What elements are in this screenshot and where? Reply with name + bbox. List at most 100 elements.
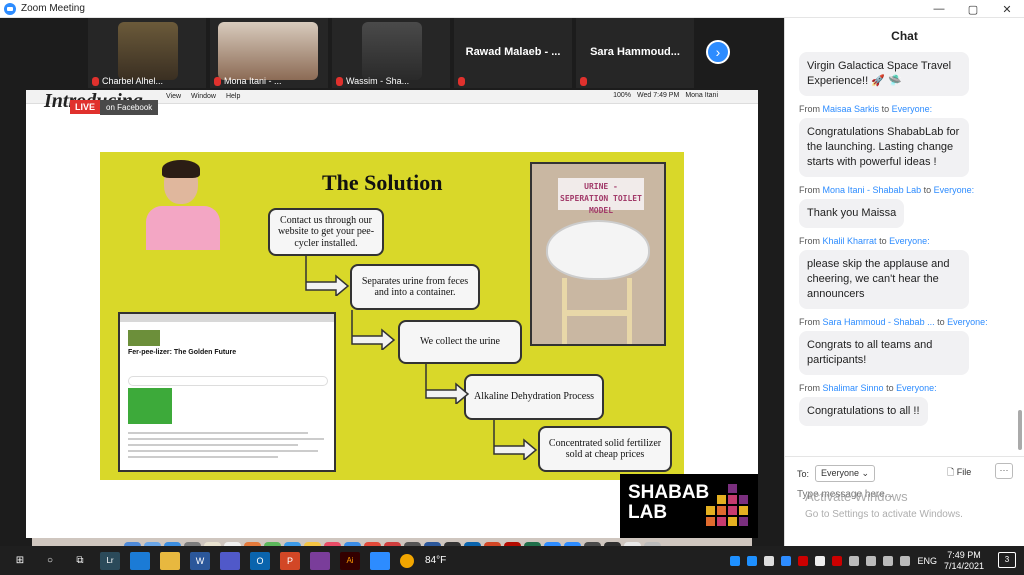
file-explorer-icon[interactable]: [160, 551, 180, 570]
participant-tile[interactable]: Sara Hammoud...: [576, 18, 694, 88]
muted-mic-icon: [580, 77, 587, 86]
participant-tile[interactable]: Wassim - Sha...: [332, 18, 450, 88]
presentation-slide: The Solution Contact us through our webs…: [100, 152, 684, 480]
menu-help: Help: [225, 93, 241, 100]
menu-window: Window: [191, 93, 216, 100]
recipient-select[interactable]: Everyone ⌄: [815, 465, 876, 482]
title-bar: Zoom Meeting — ▢ ✕: [0, 0, 1024, 18]
word-icon[interactable]: W: [190, 551, 210, 570]
step-box: Separates urine from feces and into a co…: [350, 264, 480, 310]
task-view-icon[interactable]: ⧉: [70, 552, 90, 570]
participant-video: [218, 22, 318, 80]
chat-scrollbar[interactable]: [1018, 410, 1022, 450]
app-tray-icon[interactable]: [832, 555, 843, 566]
message-text: Thank you Maissa: [799, 199, 905, 228]
weather-temp[interactable]: 84°F: [425, 555, 446, 566]
next-page-button[interactable]: ›: [706, 40, 730, 64]
zoom-icon[interactable]: [370, 551, 390, 570]
weather-icon: [400, 553, 414, 568]
edge-icon[interactable]: [130, 551, 150, 570]
app-tray-icon[interactable]: [798, 555, 809, 566]
live-badge[interactable]: LIVE on Facebook: [70, 99, 159, 115]
language-indicator[interactable]: ENG: [917, 556, 937, 566]
slide-title: The Solution: [322, 170, 443, 195]
chat-message: From Shalimar Sinno to Everyone: Congrat…: [799, 383, 1021, 426]
system-tray: ENG 7:49 PM 7/14/2021: [730, 546, 984, 575]
participant-name: Rawad Malaeb - ...: [465, 46, 561, 58]
onedrive-icon[interactable]: [747, 555, 758, 566]
live-platform: on Facebook: [100, 99, 159, 115]
wifi-icon[interactable]: [866, 555, 877, 566]
step-box: Alkaline Dehydration Process: [464, 374, 604, 420]
participant-tile[interactable]: Charbel Alhel...: [88, 18, 206, 88]
windows-start-icon[interactable]: ⊞: [10, 552, 30, 570]
zoom-tray-icon[interactable]: [781, 555, 792, 566]
video-area: Charbel Alhel... Mona Itani - ... Wassim…: [0, 18, 784, 562]
toilet-shelf: [562, 310, 632, 316]
message-text: Congrats to all teams and participants!: [799, 331, 969, 375]
powerpoint-icon[interactable]: P: [280, 551, 300, 570]
more-options-button[interactable]: ···: [995, 463, 1013, 479]
illustrator-icon[interactable]: Ai: [340, 551, 360, 570]
lightroom-icon[interactable]: Lr: [100, 551, 120, 570]
taskbar-clock[interactable]: 7:49 PM 7/14/2021: [944, 550, 984, 572]
participant-tile[interactable]: Rawad Malaeb - ...: [454, 18, 572, 88]
cloud-icon[interactable]: [764, 555, 775, 566]
message-text: Virgin Galactica Space Travel Experience…: [799, 52, 969, 96]
battery-icon[interactable]: [883, 555, 894, 566]
chat-panel: Chat Virgin Galactica Space Travel Exper…: [784, 18, 1024, 546]
message-text: Congratulations to all !!: [799, 397, 928, 426]
close-button[interactable]: ✕: [990, 0, 1024, 18]
website-tabs: [128, 376, 328, 386]
step-box: Concentrated solid fertilizer sold at ch…: [538, 426, 672, 472]
mac-status: 100% Wed 7:49 PM Mona Itani: [613, 92, 718, 99]
notifications-button[interactable]: 3: [998, 552, 1016, 568]
presenter-hair: [162, 160, 200, 178]
message-header: From Maisaa Sarkis to Everyone:: [799, 104, 933, 114]
flow-arrow-icon: [305, 256, 350, 296]
text-line: [128, 456, 278, 458]
chat-messages[interactable]: Virgin Galactica Space Travel Experience…: [785, 52, 1021, 452]
shabab-lab-logo: SHABAB LAB: [620, 474, 758, 538]
search-icon[interactable]: ○: [40, 552, 60, 570]
outlook-icon[interactable]: O: [250, 551, 270, 570]
chat-message: Virgin Galactica Space Travel Experience…: [799, 52, 1021, 96]
participant-tile[interactable]: Mona Itani - ...: [210, 18, 328, 88]
app-icon[interactable]: [310, 551, 330, 570]
minimize-button[interactable]: —: [922, 0, 956, 18]
message-text: Congratulations ShababLab for the launch…: [799, 118, 969, 177]
participant-name: Wassim - Sha...: [336, 76, 409, 86]
mac-user: Mona Itani: [685, 92, 718, 99]
toilet-model-photo: URINE - SEPERATION TOILET MODEL: [530, 162, 666, 346]
participant-video: [118, 22, 178, 80]
muted-mic-icon: [336, 76, 343, 86]
muted-mic-icon: [458, 77, 465, 86]
recipient-row: To: Everyone ⌄: [797, 465, 876, 482]
muted-mic-icon: [92, 76, 99, 86]
file-button[interactable]: 🗋 File: [947, 465, 971, 481]
message-header: From Khalil Kharrat to Everyone:: [799, 236, 930, 246]
text-line: [128, 450, 318, 452]
message-header: From Mona Itani - Shabab Lab to Everyone…: [799, 185, 975, 195]
onedrive-icon[interactable]: [730, 555, 741, 566]
app-tray-icon[interactable]: [900, 555, 911, 566]
volume-icon[interactable]: [849, 555, 860, 566]
flow-arrow-icon: [351, 310, 396, 350]
browser-bar: [120, 314, 334, 322]
clock-date: 7/14/2021: [943, 560, 984, 571]
step-box: We collect the urine: [398, 320, 522, 364]
maximize-button[interactable]: ▢: [956, 0, 990, 18]
mac-clock: Wed 7:49 PM: [637, 92, 680, 99]
flow-arrow-icon: [493, 420, 538, 460]
zoom-logo-icon: [4, 2, 16, 15]
text-line: [128, 444, 298, 446]
chat-message: From Sara Hammoud - Shabab ... to Everyo…: [799, 317, 1021, 375]
chat-header: Chat: [891, 29, 918, 43]
app-tray-icon[interactable]: [815, 555, 826, 566]
teams-icon[interactable]: [220, 551, 240, 570]
muted-mic-icon: [214, 76, 221, 86]
participant-name: Sara Hammoud...: [590, 46, 680, 58]
website-screenshot: Fer-pee-lizer: The Golden Future: [118, 312, 336, 472]
windows-taskbar: ⊞ ○ ⧉ Lr W O P Ai 84°F ENG 7:49 PM 7/14/…: [0, 546, 1024, 575]
website-thumbnail: [128, 330, 160, 346]
